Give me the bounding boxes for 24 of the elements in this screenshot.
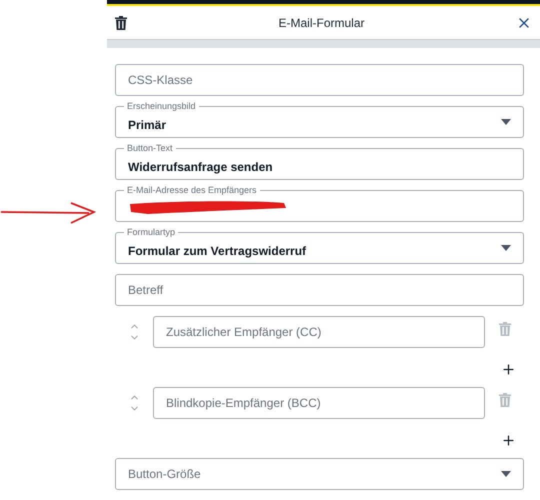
dropdown-caret-icon [501,245,511,251]
input-field[interactable]: CSS-Klasse [115,64,524,96]
input-field[interactable]: Zusätzlicher Empfänger (CC) [153,316,485,348]
input-field[interactable]: Betreff [115,274,524,306]
field-label: Formulartyp [124,226,178,238]
field-placeholder: Button-Größe [128,466,201,483]
field-label: Erscheinungsbild [124,100,199,112]
field-value: Widerrufsanfrage senden [128,158,273,176]
select-field[interactable]: Button-Größe [115,458,524,490]
field-label: Button-Text [124,142,176,154]
add-icon[interactable] [501,362,516,377]
dialog-title: E-Mail-Formular [278,14,364,32]
add-icon[interactable] [501,433,516,448]
trash-icon[interactable] [115,16,127,30]
field-label: E-Mail-Adresse des Empfängers [124,184,260,196]
field-placeholder: CSS-Klasse [128,72,193,89]
dropdown-caret-icon [501,119,511,125]
field-value: Formular zum Vertragswiderruf [128,242,306,260]
field-placeholder: Zusätzlicher Empfänger (CC) [166,324,322,341]
dropdown-caret-icon [501,471,511,477]
field-placeholder: Blindkopie-Empfänger (BCC) [166,395,321,412]
field-placeholder: Betreff [128,282,164,299]
input-field[interactable]: Blindkopie-Empfänger (BCC) [153,387,485,419]
field-value: Primär [128,116,166,134]
